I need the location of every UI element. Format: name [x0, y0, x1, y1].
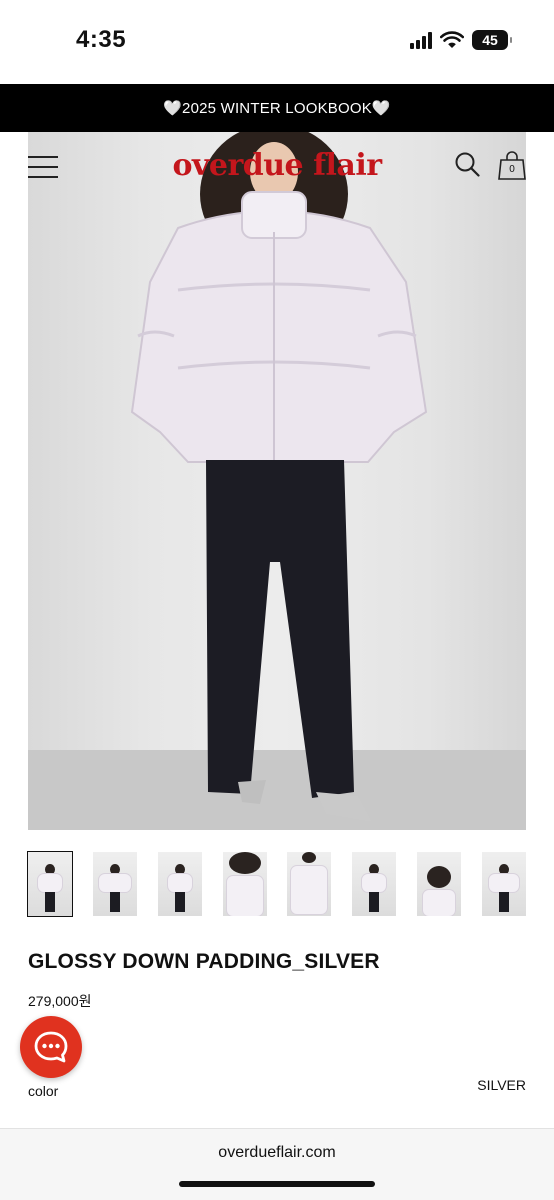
color-option-label: color: [28, 1083, 59, 1099]
status-icons: 45: [410, 30, 512, 50]
thumbnail-5[interactable]: [287, 852, 332, 916]
model-photo: [28, 132, 526, 830]
thumbnail-strip: [27, 851, 526, 917]
status-bar: 4:35 45: [0, 0, 554, 84]
color-option-value[interactable]: SILVER: [477, 1077, 526, 1093]
thumbnail-1[interactable]: [27, 851, 73, 917]
signal-icon: [410, 31, 432, 49]
chat-button[interactable]: [20, 1016, 82, 1078]
search-icon[interactable]: [454, 151, 480, 177]
browser-url[interactable]: overdueflair.com: [0, 1144, 554, 1162]
battery-icon: 45: [472, 30, 512, 50]
product-main-image[interactable]: [28, 132, 526, 830]
promo-banner-text: 🤍2025 WINTER LOOKBOOK🤍: [163, 100, 391, 117]
home-indicator: [179, 1181, 375, 1187]
thumbnail-2[interactable]: [92, 852, 137, 916]
product-price: 279,000원: [28, 993, 92, 1009]
bag-count: 0: [509, 164, 515, 175]
wifi-icon: [440, 31, 464, 48]
thumbnail-4[interactable]: [222, 852, 267, 916]
thumbnail-7[interactable]: [417, 852, 462, 916]
status-time: 4:35: [76, 26, 127, 53]
browser-address-bar[interactable]: [0, 1128, 554, 1200]
thumbnail-8[interactable]: [481, 852, 526, 916]
product-title: GLOSSY DOWN PADDING_SILVER: [28, 950, 380, 973]
thumbnail-3[interactable]: [157, 852, 202, 916]
chat-bubble-icon: [34, 1031, 68, 1063]
promo-banner[interactable]: 🤍2025 WINTER LOOKBOOK🤍: [0, 84, 554, 132]
thumbnail-6[interactable]: [352, 852, 397, 916]
shopping-bag-icon[interactable]: 0: [498, 150, 526, 180]
